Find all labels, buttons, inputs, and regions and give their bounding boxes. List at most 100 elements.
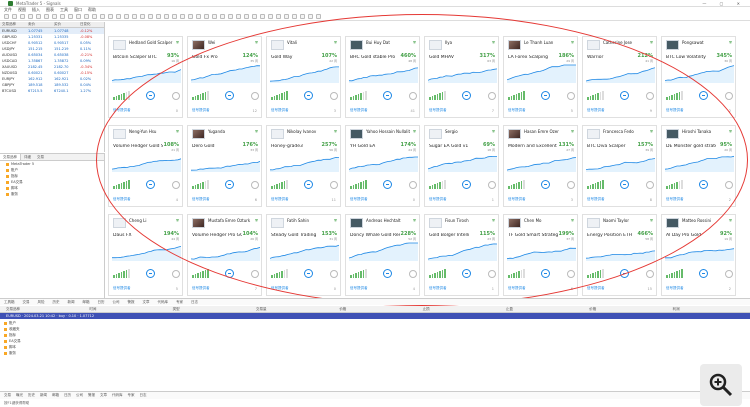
bottom-tab[interactable]: 文章: [100, 393, 107, 398]
toolbox-tab[interactable]: 公司: [113, 300, 120, 305]
signal-provider-link[interactable]: 信号提供者: [429, 286, 447, 291]
toolbar-button[interactable]: [300, 14, 305, 19]
signal-provider-link[interactable]: 信号提供者: [587, 197, 605, 202]
bottom-tab[interactable]: 交易: [4, 393, 11, 398]
toolbox-tab[interactable]: 风险: [38, 300, 45, 305]
toolbar-button[interactable]: [92, 14, 97, 19]
signal-provider-link[interactable]: 信号提供者: [429, 197, 447, 202]
terminal-tree-item[interactable]: 服务: [0, 350, 40, 356]
navigator-tab[interactable]: 交易品种: [0, 154, 21, 160]
market-column-header[interactable]: 卖价: [26, 22, 52, 27]
author-name[interactable]: Hasan Emre Ozer: [524, 129, 568, 134]
author-name[interactable]: Mustafa Emre Ozturk: [208, 218, 252, 223]
toolbar-button[interactable]: [156, 14, 161, 19]
signal-provider-link[interactable]: 信号提供者: [350, 286, 368, 291]
author-name[interactable]: Fatih Sahin: [287, 218, 331, 223]
author-name[interactable]: Naomi Taylor: [603, 218, 647, 223]
signal-card[interactable]: Catherine Jose ⛨ Warrior 212% 41 周信号提供者 9: [582, 36, 657, 118]
market-column-header[interactable]: 交易品种: [0, 22, 26, 27]
author-name[interactable]: Chen Mo: [524, 218, 568, 223]
signal-provider-link[interactable]: 信号提供者: [587, 108, 605, 113]
terminal-column-header[interactable]: 止损: [417, 307, 500, 312]
signal-name[interactable]: LA Forex Scalping: [508, 55, 558, 60]
signal-provider-link[interactable]: 信号提供者: [271, 286, 289, 291]
bottom-tab[interactable]: 公司: [76, 393, 83, 398]
author-name[interactable]: Wei: [208, 40, 252, 45]
author-name[interactable]: Yahoo Hossain Nullality: [366, 129, 410, 134]
signal-name[interactable]: BTC Diva Scalper: [587, 144, 637, 149]
toolbar-button[interactable]: [260, 14, 265, 19]
signal-card[interactable]: Francesca Fedo ⛨ BTC Diva Scalper 157% 39 周信…: [582, 125, 657, 207]
market-row[interactable]: BTCUSD 67215.5 67240.1 1.27%: [0, 88, 104, 94]
terminal-column-header[interactable]: 利润: [667, 307, 750, 312]
bottom-tab[interactable]: 曝光: [16, 393, 23, 398]
author-name[interactable]: Andreas Hechtalt: [366, 218, 410, 223]
toolbox-tab[interactable]: 邮箱: [83, 300, 90, 305]
signal-provider-link[interactable]: 信号提供者: [113, 197, 131, 202]
signal-name[interactable]: Warrior: [587, 55, 637, 60]
signal-provider-link[interactable]: 信号提供者: [429, 108, 447, 113]
signal-provider-link[interactable]: 信号提供者: [192, 286, 210, 291]
signal-card[interactable]: Sergio ⛨ Sugar EA Gold v1 69% 18 周信号提供者 1: [424, 125, 499, 207]
signal-name[interactable]: Gold Bolger Intelli: [429, 233, 479, 238]
toolbar-button[interactable]: [12, 14, 17, 19]
zoom-magnifier-icon[interactable]: [700, 364, 742, 406]
signal-card[interactable]: Wei ⛨ Gold Fx Pro 124% 35 周信号提供者 12: [187, 36, 262, 118]
toolbox-tab[interactable]: 警报: [128, 300, 135, 305]
toolbar-button[interactable]: [292, 14, 297, 19]
signal-name[interactable]: Energy Position ETH: [587, 233, 637, 238]
toolbar-button[interactable]: [76, 14, 81, 19]
toolbox-tab[interactable]: 交易: [23, 300, 30, 305]
toolbar-button[interactable]: [252, 14, 257, 19]
author-name[interactable]: Bui Huy Dat: [366, 40, 410, 45]
toolbar-button[interactable]: [4, 14, 9, 19]
signal-name[interactable]: Sugar EA Gold v1: [429, 144, 479, 149]
toolbox-tab[interactable]: 历史: [53, 300, 60, 305]
terminal-column-header[interactable]: 交易品种: [0, 307, 83, 312]
signal-provider-link[interactable]: 信号提供者: [666, 286, 684, 291]
toolbar-button[interactable]: [316, 14, 321, 19]
terminal-column-header[interactable]: 止盈: [500, 307, 583, 312]
signal-provider-link[interactable]: 信号提供者: [192, 108, 210, 113]
toolbox-tab[interactable]: 代码库: [158, 300, 169, 305]
author-name[interactable]: Matteo Rossini: [682, 218, 726, 223]
signal-card[interactable]: Andreas Hechtalt⛨ Doncy Whale Gold Resear…: [345, 214, 420, 296]
signal-card[interactable]: Fatih Sahin ⛨ Steady Gold Trading 153% 31 周信…: [266, 214, 341, 296]
author-name[interactable]: Pongsawat: [682, 40, 726, 45]
toolbar-button[interactable]: [36, 14, 41, 19]
terminal-selected-row[interactable]: EURUSD · 2024.03.21 10:42 · buy · 0.10 ·…: [0, 313, 750, 319]
signal-name[interactable]: BTC Low Volatility: [666, 55, 716, 60]
bottom-tab[interactable]: 新闻: [40, 393, 47, 398]
toolbar-button[interactable]: [84, 14, 89, 19]
signal-provider-link[interactable]: 信号提供者: [113, 108, 131, 113]
signal-name[interactable]: Honey-grade3: [271, 144, 321, 149]
signal-name[interactable]: Doncy Whale Gold Research: [350, 233, 400, 238]
toolbar-button[interactable]: [68, 14, 73, 19]
signal-card[interactable]: Fisun Tirosh ⛨ Gold Bolger Intelli 115% 23 周…: [424, 214, 499, 296]
signal-name[interactable]: DE Monster gold strategies 3: [666, 144, 716, 149]
toolbar-button[interactable]: [220, 14, 225, 19]
toolbar-button[interactable]: [148, 14, 153, 19]
signal-name[interactable]: Gold MHAV: [429, 55, 479, 60]
author-name[interactable]: Neng-Yun Hsu: [129, 129, 173, 134]
signal-name[interactable]: TF Gold Smart Strategies: [508, 233, 558, 238]
toolbar-button[interactable]: [100, 14, 105, 19]
bottom-tab[interactable]: 日志: [140, 393, 147, 398]
navigator-tab[interactable]: 详细: [21, 154, 34, 160]
navigator-tab[interactable]: 交易: [34, 154, 47, 160]
bottom-tab[interactable]: 日历: [64, 393, 71, 398]
signal-card[interactable]: Mustafa Emre Ozturk⛨ Volume Hedger Pro GO…: [187, 214, 262, 296]
signal-provider-link[interactable]: 信号提供者: [271, 197, 289, 202]
toolbar-button[interactable]: [188, 14, 193, 19]
signal-card[interactable]: Hiroshi Tanaka⛨ DE Monster gold strategie…: [661, 125, 736, 207]
signal-name[interactable]: Steady Gold Trading: [271, 233, 321, 238]
signal-card[interactable]: Nikolay Ivanov ⛨ Honey-grade3 257% 56 周信号提供者…: [266, 125, 341, 207]
author-name[interactable]: Sergio: [445, 129, 489, 134]
toolbar-button[interactable]: [60, 14, 65, 19]
toolbox-tab[interactable]: 新闻: [68, 300, 75, 305]
signal-card[interactable]: Matteo Rossini ⛨ AI Day Pro Gold 92% 19 周信号提…: [661, 214, 736, 296]
terminal-column-header[interactable]: 时间: [83, 307, 166, 312]
signal-card[interactable]: Yahoo Hossain Nullality ⛨ YH Gold EA 174% 24…: [345, 125, 420, 207]
author-name[interactable]: Fisun Tirosh: [445, 218, 489, 223]
terminal-column-header[interactable]: 价格: [583, 307, 666, 312]
